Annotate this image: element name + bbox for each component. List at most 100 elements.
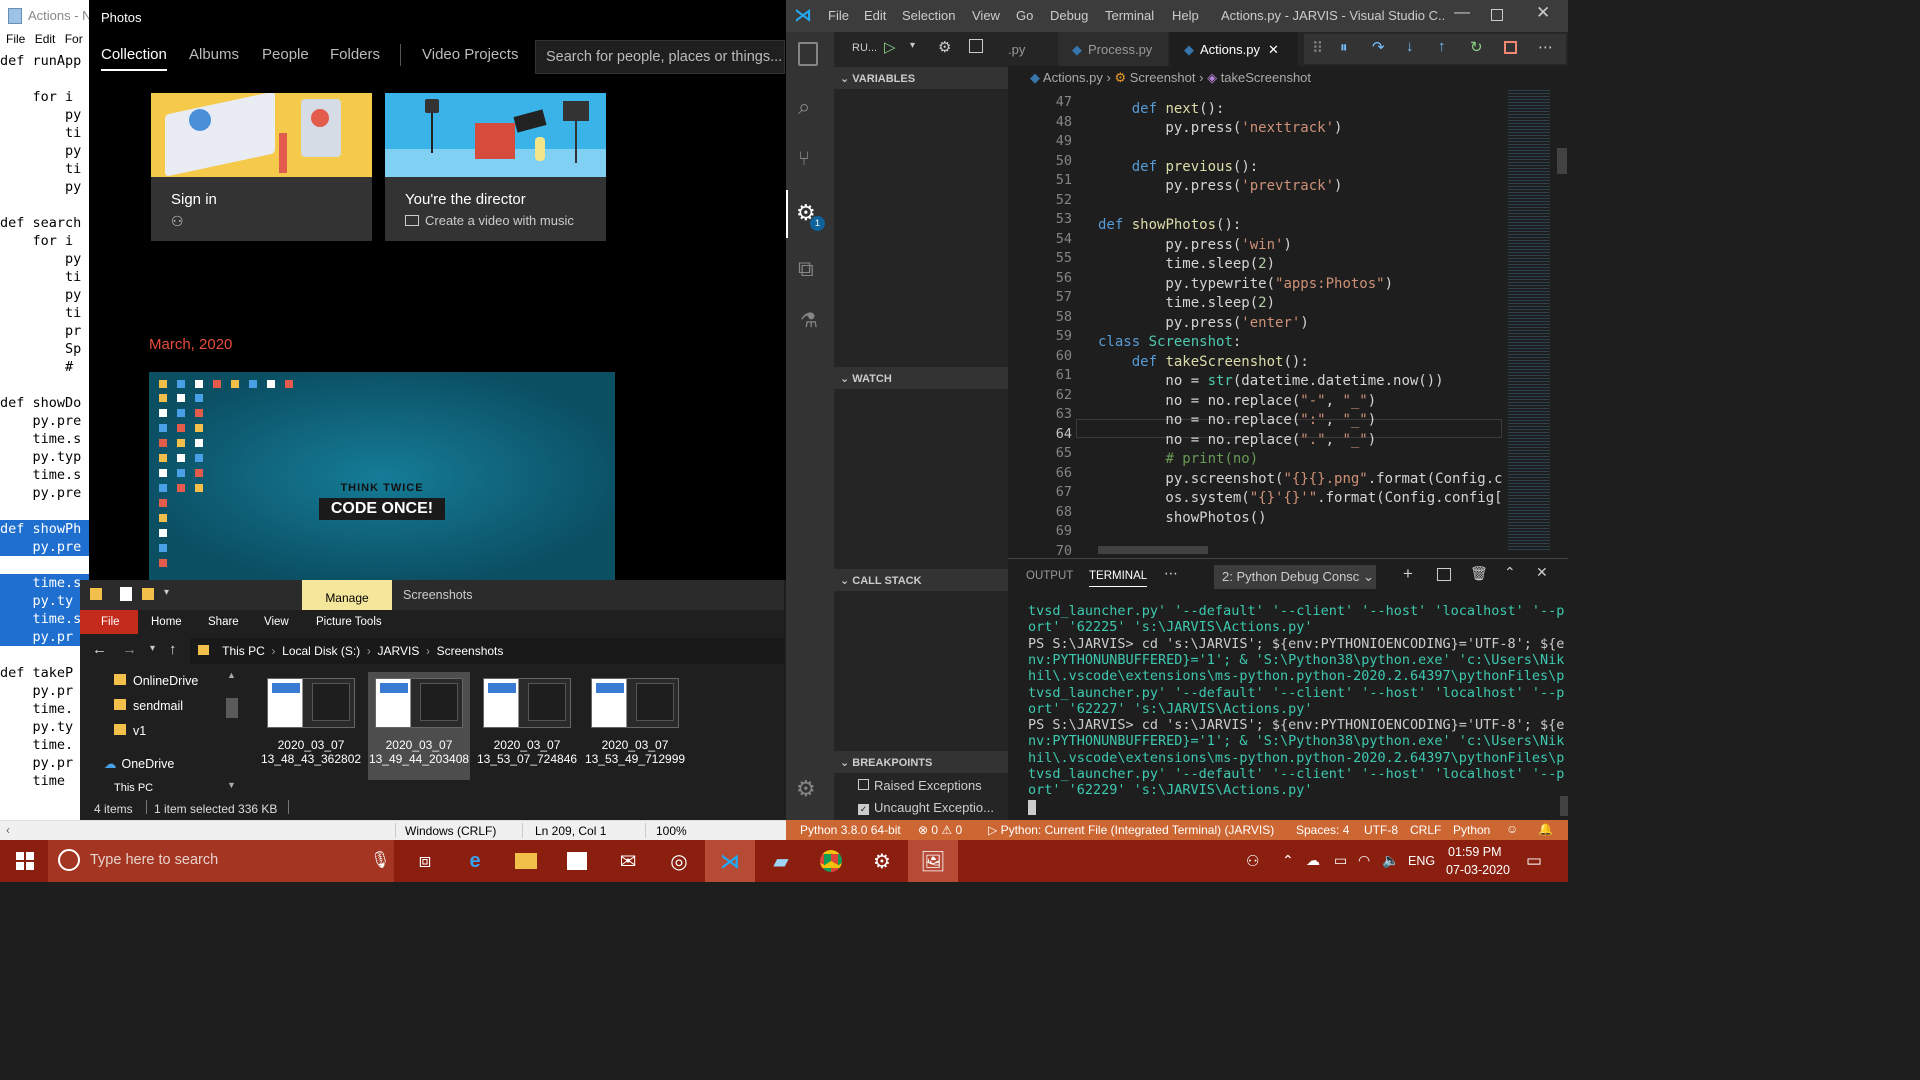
start-debug-icon[interactable]: ▷ [884,38,896,56]
edge-icon[interactable]: e [450,840,500,882]
address-bar[interactable]: This PC › Local Disk (S:) › JARVIS › Scr… [190,638,784,664]
pause-icon[interactable]: ⏸ [1340,39,1348,56]
status-encoding[interactable]: UTF-8 [1364,823,1398,837]
task-view-icon[interactable]: ⧈ [400,840,450,882]
terminal-scrollbar-thumb[interactable] [1560,796,1568,816]
file-item[interactable]: 2020_03_07 13_53_49_712999 [584,672,686,780]
search-icon[interactable]: ⌕ [798,94,810,120]
forward-arrow-icon[interactable]: → [122,641,137,658]
breakpoint-uncaught[interactable]: ✓ Uncaught Exceptio... [858,800,994,815]
tab-process-py[interactable]: ◆ Process.py [1058,32,1168,66]
ribbon-share[interactable]: Share [208,616,239,628]
clock-date[interactable]: 07-03-2020 [1446,863,1510,877]
file-explorer-icon[interactable] [501,840,551,882]
h-scroll-left-icon[interactable]: ‹ [6,823,10,837]
new-terminal-icon[interactable]: + [1403,564,1413,584]
breakpoints-header[interactable]: ⌄ BREAKPOINTS [834,751,1008,773]
status-python-interpreter[interactable]: Python 3.8.0 64-bit [800,823,901,837]
terminal-select[interactable]: 2: Python Debug Consc ⌄ [1214,565,1376,589]
back-arrow-icon[interactable]: ← [92,641,107,658]
menu-view[interactable]: View [972,8,1000,23]
checkbox-checked-icon[interactable]: ✓ [858,804,869,815]
panel-more-icon[interactable]: ⋯ [1164,565,1178,582]
crumb-method[interactable]: takeScreenshot [1221,70,1311,85]
callstack-header[interactable]: ⌄ CALL STACK [834,569,1008,591]
nav-item-v1[interactable]: v1 [114,724,146,738]
new-folder-icon[interactable] [142,588,154,600]
minimap[interactable] [1502,88,1556,556]
ribbon-view[interactable]: View [264,616,289,628]
checkbox-unchecked-icon[interactable] [858,779,869,790]
close-icon[interactable]: ✕ [1536,3,1550,23]
panel-tab-terminal[interactable]: TERMINAL [1089,570,1148,587]
mail-icon[interactable]: ✉ [603,840,653,882]
show-hidden-icons-chevron-icon[interactable]: ⌃ [1282,852,1294,869]
crumb-this-pc[interactable]: This PC [222,644,265,658]
status-language[interactable]: Python [1453,823,1490,837]
editor-h-scrollbar[interactable] [1098,546,1208,554]
run-config-label[interactable]: RU... [852,42,877,54]
menu-terminal[interactable]: Terminal [1105,8,1154,23]
notepad-menu-file[interactable]: File [6,32,25,46]
sign-in-card[interactable]: Sign in ⚇ [151,93,372,241]
drag-handle-icon[interactable]: ⠿ [1312,39,1323,57]
status-eol[interactable]: CRLF [1410,823,1441,837]
action-center-icon[interactable]: ▭ [1526,851,1542,871]
file-item[interactable]: 2020_03_07 13_48_43_362802 [260,672,362,780]
settings-gear-icon[interactable]: ⚙ [796,776,816,802]
notepad-text-area[interactable]: def runApp for i py ti py ti py def sear… [0,52,89,790]
split-terminal-icon[interactable] [1437,568,1451,581]
crumb-file[interactable]: Actions.py [1043,70,1103,85]
photos-search-input[interactable]: Search for people, places or things... [535,40,785,74]
restart-icon[interactable]: ↻ [1470,38,1483,56]
panel-tab-output[interactable]: OUTPUT [1026,570,1073,582]
ribbon-file[interactable]: File [80,610,138,634]
maximize-icon[interactable] [1491,9,1503,21]
trash-icon[interactable]: 🗑 [1470,565,1488,582]
crumb-local-disk[interactable]: Local Disk (S:) [282,644,360,658]
menu-edit[interactable]: Edit [864,8,886,23]
more-actions-icon[interactable]: ⋯ [1538,38,1553,56]
battery-icon[interactable]: ▭ [1334,852,1347,869]
volume-icon[interactable]: 🔈 [1382,852,1399,869]
debug-settings-icon[interactable]: ⚙ [938,38,951,56]
extensions-icon[interactable]: ⧉ [798,256,814,282]
step-out-icon[interactable]: ↑ [1438,38,1446,55]
close-panel-icon[interactable]: ✕ [1536,564,1548,581]
ribbon-picture-tools[interactable]: Picture Tools [316,616,382,628]
onedrive-tray-icon[interactable]: ☁ [1306,852,1320,869]
debug-console-icon[interactable] [969,39,983,53]
quick-access-dropdown-icon[interactable]: ▾ [164,587,169,598]
tab-video-projects[interactable]: Video Projects [422,46,518,63]
tab-albums[interactable]: Albums [189,46,239,63]
manage-tab[interactable]: Manage [302,580,392,610]
up-arrow-icon[interactable]: ↑ [169,641,177,658]
store-icon[interactable] [552,840,602,882]
crumb-jarvis[interactable]: JARVIS [378,644,420,658]
language-indicator[interactable]: ENG [1408,854,1435,868]
tab-close-icon[interactable]: ✕ [1268,42,1279,57]
nav-item-sendmail[interactable]: sendmail [114,699,183,713]
variables-header[interactable]: ⌄ VARIABLES [834,67,1008,89]
wifi-icon[interactable]: ◠ [1358,852,1370,869]
feedback-icon[interactable]: ☺ [1506,822,1518,836]
watch-header[interactable]: ⌄ WATCH [834,367,1008,389]
status-spaces[interactable]: Spaces: 4 [1296,823,1349,837]
status-run-config[interactable]: ▷ Python: Current File (Integrated Termi… [988,823,1274,837]
recent-dropdown-icon[interactable]: ▾ [150,643,155,654]
ribbon-home[interactable]: Home [151,616,182,628]
nav-scroll-down-icon[interactable]: ▼ [227,780,236,790]
file-item[interactable]: 2020_03_07 13_53_07_724846 [476,672,578,780]
notifications-bell-icon[interactable]: 🔔 [1538,822,1553,836]
menu-selection[interactable]: Selection [902,8,955,23]
properties-icon[interactable] [120,587,132,601]
microphone-icon[interactable]: 🎙 [370,850,390,870]
menu-go[interactable]: Go [1016,8,1033,23]
menu-debug[interactable]: Debug [1050,8,1088,23]
photos-taskbar-icon[interactable]: 🖼 [908,840,958,882]
test-flask-icon[interactable]: ⚗ [800,308,818,333]
people-icon[interactable]: ⚇ [1246,852,1259,870]
nav-item-onedrive[interactable]: ☁ OneDrive [104,756,174,771]
clock-time[interactable]: 01:59 PM [1448,845,1502,859]
tab-collection[interactable]: Collection [101,46,167,71]
